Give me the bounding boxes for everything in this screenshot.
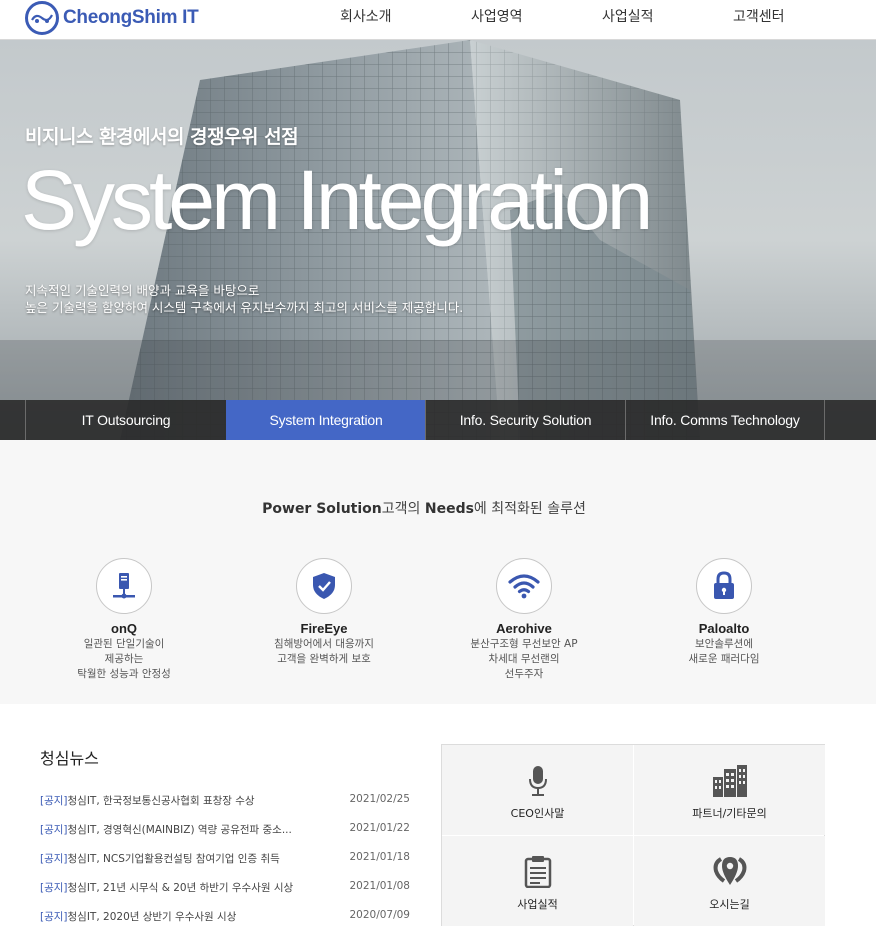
logo-mark-icon bbox=[25, 1, 59, 35]
solution-desc-line: 보안솔루션에 bbox=[695, 638, 753, 650]
solutions-heading: Power Solution고객의 Needs에 최적화된 솔루션 bbox=[0, 498, 848, 518]
heading-text-customer: 고객의 bbox=[381, 501, 425, 517]
lock-icon bbox=[696, 558, 752, 614]
news-date: 2021/01/22 bbox=[349, 822, 410, 834]
tab-info-comms-technology[interactable]: Info. Comms Technology bbox=[625, 400, 825, 440]
solution-desc: 분산구조형 무선보안 AP 차세대 무선랜의 선두주자 bbox=[439, 637, 609, 682]
news-text: 청심IT, 2020년 상반기 우수사원 시상 bbox=[67, 911, 237, 923]
news-text: 청심IT, 한국정보통신공사협회 표창장 수상 bbox=[67, 795, 255, 807]
solution-name: Paloalto bbox=[698, 621, 750, 636]
solutions-section: Power Solution고객의 Needs에 최적화된 솔루션 onQ 일관… bbox=[0, 440, 876, 704]
site-header: CheongShim IT 회사소개 사업영역 사업실적 고객센터 bbox=[0, 0, 876, 40]
news-item[interactable]: [공지]청심IT, 2020년 상반기 우수사원 시상 2020/07/09 bbox=[40, 909, 410, 927]
clipboard-icon bbox=[524, 854, 552, 890]
buildings-icon bbox=[712, 763, 748, 799]
logo-text: CheongShim IT bbox=[63, 7, 199, 28]
hero-desc-line2: 높은 기술력을 함양하여 시스템 구축에서 유지보수까지 최고의 서비스를 제공… bbox=[25, 300, 464, 315]
quick-link-label: 파트너/기타문의 bbox=[692, 807, 767, 820]
news-date: 2021/02/25 bbox=[349, 793, 410, 805]
solution-desc-line: 제공하는 bbox=[104, 653, 144, 665]
solution-paloalto[interactable]: Paloalto 보안솔루션에 새로운 패러다임 bbox=[639, 558, 809, 667]
shield-check-icon bbox=[296, 558, 352, 614]
news-tag: [공지] bbox=[40, 824, 68, 836]
tab-it-outsourcing[interactable]: IT Outsourcing bbox=[25, 400, 226, 440]
wifi-icon bbox=[496, 558, 552, 614]
hero-subtitle: 비지니스 환경에서의 경쟁우위 선점 bbox=[25, 126, 299, 148]
quick-link-label: CEO인사말 bbox=[510, 807, 565, 820]
news-item[interactable]: [공지]청심IT, 한국정보통신공사협회 표창장 수상 2021/02/25 bbox=[40, 793, 410, 811]
news-item[interactable]: [공지]청심IT, NCS기업활용컨설팅 참여기업 인증 취득 2021/01/… bbox=[40, 851, 410, 869]
solution-desc-line: 고객을 완벽하게 보호 bbox=[277, 653, 371, 665]
solution-aerohive[interactable]: Aerohive 분산구조형 무선보안 AP 차세대 무선랜의 선두주자 bbox=[439, 558, 609, 682]
nav-item-business-results[interactable]: 사업실적 bbox=[602, 6, 654, 26]
logo[interactable]: CheongShim IT bbox=[25, 1, 199, 35]
nav-item-company[interactable]: 회사소개 bbox=[340, 6, 392, 26]
hero-banner: 비지니스 환경에서의 경쟁우위 선점 System Integration 지속… bbox=[0, 40, 876, 440]
quick-link-directions[interactable]: 오시는길 bbox=[634, 836, 825, 926]
quick-link-ceo-greeting[interactable]: CEO인사말 bbox=[442, 745, 633, 835]
quick-link-business-results[interactable]: 사업실적 bbox=[442, 836, 633, 926]
heading-power-solution: Power Solution bbox=[262, 501, 382, 517]
news-item[interactable]: [공지]청심IT, 경영혁신(MAINBIZ) 역량 공유전파 중소... 20… bbox=[40, 822, 410, 840]
news-date: 2021/01/18 bbox=[349, 851, 410, 863]
heading-text-optimized: 에 최적화된 솔루션 bbox=[473, 501, 586, 517]
tab-system-integration[interactable]: System Integration bbox=[226, 400, 425, 440]
news-title: 청심뉴스 bbox=[40, 749, 99, 768]
hero-desc-line1: 지속적인 기술인력의 배양과 교육을 바탕으로 bbox=[25, 283, 260, 298]
news-tag: [공지] bbox=[40, 853, 68, 865]
solution-desc-line: 차세대 무선랜의 bbox=[488, 653, 560, 665]
solution-desc: 침해방어에서 대응까지 고객을 완벽하게 보호 bbox=[239, 637, 409, 667]
solution-desc-line: 침해방어에서 대응까지 bbox=[274, 638, 374, 650]
solution-fireeye[interactable]: FireEye 침해방어에서 대응까지 고객을 완벽하게 보호 bbox=[239, 558, 409, 667]
news-tag: [공지] bbox=[40, 911, 68, 923]
map-pin-icon bbox=[712, 854, 748, 890]
news-text: 청심IT, 21년 시무식 & 20년 하반기 우수사원 시상 bbox=[67, 882, 294, 894]
news-text: 청심IT, NCS기업활용컨설팅 참여기업 인증 취득 bbox=[67, 853, 280, 865]
quick-links-grid: CEO인사말 파트너/기타문의 사업실적 오시는길 bbox=[441, 744, 825, 926]
quick-link-label: 오시는길 bbox=[709, 898, 750, 911]
news-item[interactable]: [공지]청심IT, 21년 시무식 & 20년 하반기 우수사원 시상 2021… bbox=[40, 880, 410, 898]
nav-item-business-area[interactable]: 사업영역 bbox=[471, 6, 523, 26]
solution-desc-line: 분산구조형 무선보안 AP bbox=[470, 638, 578, 650]
news-tag: [공지] bbox=[40, 882, 68, 894]
tab-info-security-solution[interactable]: Info. Security Solution bbox=[425, 400, 625, 440]
news-tag: [공지] bbox=[40, 795, 68, 807]
business-tab-bar: IT Outsourcing System Integration Info. … bbox=[0, 400, 876, 440]
news-date: 2021/01/08 bbox=[349, 880, 410, 892]
nav-item-customer-center[interactable]: 고객센터 bbox=[733, 6, 785, 26]
solution-desc-line: 새로운 패러다임 bbox=[688, 653, 760, 665]
microphone-icon bbox=[527, 763, 549, 799]
solution-name: FireEye bbox=[300, 621, 348, 636]
news-date: 2020/07/09 bbox=[349, 909, 410, 921]
news-text: 청심IT, 경영혁신(MAINBIZ) 역량 공유전파 중소... bbox=[67, 824, 292, 836]
solution-desc: 일관된 단일기술이 제공하는 탁월한 성능과 안정성 bbox=[39, 637, 209, 682]
solution-desc-line: 선두주자 bbox=[504, 668, 544, 680]
solution-desc-line: 일관된 단일기술이 bbox=[83, 638, 165, 650]
solution-desc-line: 탁월한 성능과 안정성 bbox=[77, 668, 171, 680]
quick-link-partner-inquiry[interactable]: 파트너/기타문의 bbox=[634, 745, 825, 835]
quick-link-label: 사업실적 bbox=[517, 898, 558, 911]
hero-title: System Integration bbox=[21, 153, 653, 247]
solution-name: Aerohive bbox=[496, 621, 552, 636]
server-icon bbox=[96, 558, 152, 614]
heading-needs: Needs bbox=[424, 501, 474, 517]
solution-onq[interactable]: onQ 일관된 단일기술이 제공하는 탁월한 성능과 안정성 bbox=[39, 558, 209, 682]
solution-desc: 보안솔루션에 새로운 패러다임 bbox=[639, 637, 809, 667]
solution-name: onQ bbox=[111, 621, 137, 636]
hero-description: 지속적인 기술인력의 배양과 교육을 바탕으로 높은 기술력을 함양하여 시스템… bbox=[25, 282, 463, 316]
